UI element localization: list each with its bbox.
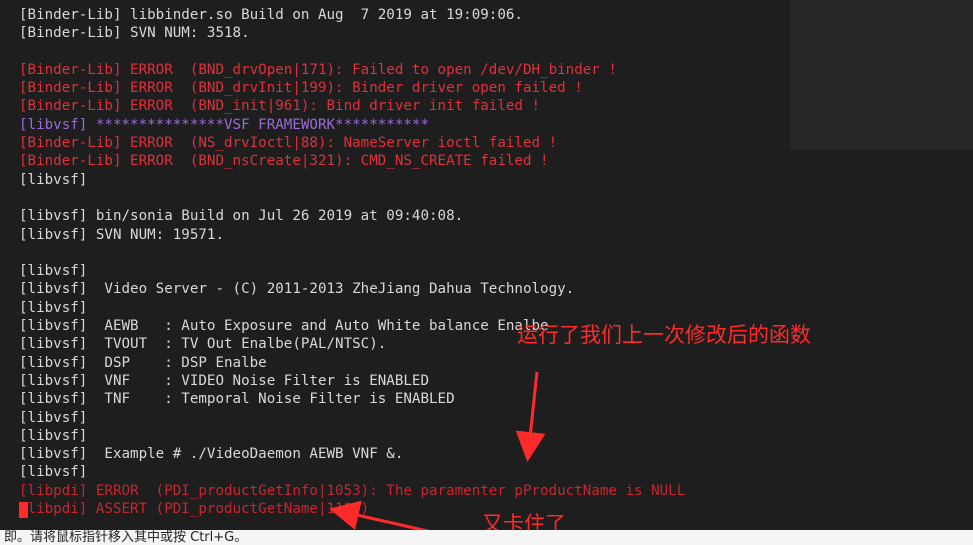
- terminal-line: [libvsf]: [19, 464, 88, 481]
- status-bar: 即。请将鼠标指针移入其中或按 Ctrl+G。: [0, 530, 973, 545]
- terminal-line: [libvsf] VNF : VIDEO Noise Filter is ENA…: [19, 372, 429, 389]
- annotation-ran-modified-function: 运行了我们上一次修改后的函数: [517, 323, 811, 347]
- terminal-line: [Binder-Lib] SVN NUM: 3518.: [19, 25, 250, 42]
- terminal-line: [libvsf] ***************VSF FRAMEWORK***…: [19, 116, 429, 133]
- status-bar-text: 即。请将鼠标指针移入其中或按 Ctrl+G。: [4, 530, 248, 545]
- terminal-cursor: [19, 502, 28, 518]
- terminal-line: [Binder-Lib] ERROR (BND_drvInit|199): Bi…: [19, 80, 583, 97]
- terminal-line: [libvsf]: [19, 171, 88, 188]
- terminal-line: [libvsf] bin/sonia Build on Jul 26 2019 …: [19, 208, 464, 225]
- terminal-line: [Binder-Lib] ERROR (BND_init|961): Bind …: [19, 98, 541, 115]
- terminal-line: [libvsf]: [19, 409, 88, 426]
- terminal-line: [libvsf]: [19, 299, 88, 316]
- terminal-window[interactable]: [Binder-Lib] libbinder.so Build on Aug 7…: [0, 0, 973, 530]
- terminal-line: [libvsf] Example # ./VideoDaemon AEWB VN…: [19, 446, 404, 463]
- terminal-line: [Binder-Lib] ERROR (NS_drvIoctl|88): Nam…: [19, 135, 558, 152]
- terminal-line: [Binder-Lib] ERROR (BND_nsCreate|321): C…: [19, 153, 549, 170]
- terminal-line: [libpdi] ASSERT (PDI_productGetName|1104…: [19, 501, 370, 518]
- terminal-line: [libvsf] DSP : DSP Enalbe: [19, 354, 267, 371]
- terminal-line: [libvsf] Video Server - (C) 2011-2013 Zh…: [19, 281, 575, 298]
- terminal-line: [Binder-Lib] ERROR (BND_drvOpen|171): Fa…: [19, 61, 617, 78]
- terminal-line: [libpdi] ERROR (PDI_productGetInfo|1053)…: [19, 482, 686, 499]
- terminal-line: [libvsf] TNF : Temporal Noise Filter is …: [19, 391, 455, 408]
- terminal-output: [Binder-Lib] libbinder.so Build on Aug 7…: [19, 6, 685, 518]
- terminal-line: [Binder-Lib] libbinder.so Build on Aug 7…: [19, 7, 523, 23]
- terminal-line: [libvsf]: [19, 263, 88, 280]
- terminal-line: [libvsf]: [19, 427, 88, 444]
- terminal-line: [libvsf] SVN NUM: 19571.: [19, 226, 224, 243]
